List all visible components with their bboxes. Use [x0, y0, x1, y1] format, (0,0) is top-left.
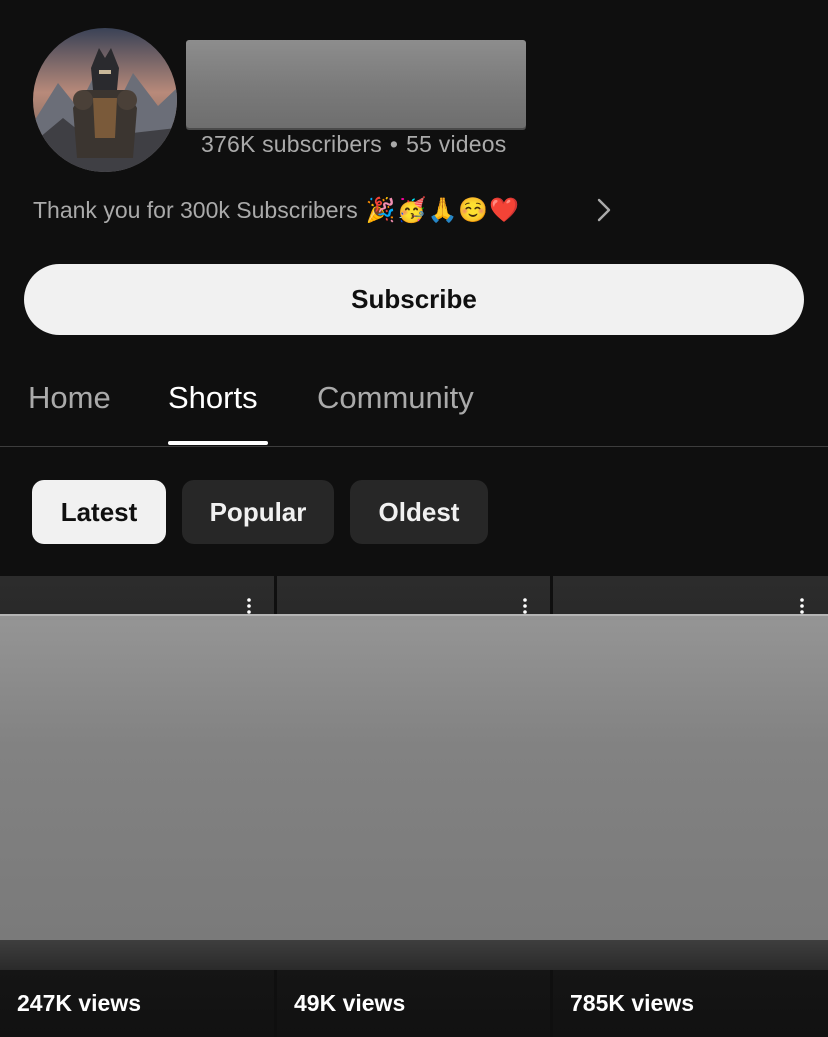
filter-chip-popular[interactable]: Popular [182, 480, 334, 544]
video-count: 55 videos [406, 131, 507, 157]
active-tab-indicator [168, 441, 268, 445]
subscriber-count: 376K subscribers [201, 131, 382, 157]
description-text: Thank you for 300k Subscribers [33, 196, 358, 223]
subscribe-button[interactable]: Subscribe [24, 264, 804, 335]
knight-avatar-image [33, 28, 177, 172]
more-options-icon[interactable] [522, 598, 528, 614]
channel-avatar[interactable] [33, 28, 177, 172]
more-options-icon[interactable] [246, 598, 252, 614]
redaction-shadow [0, 940, 828, 970]
more-options-icon[interactable] [799, 598, 805, 614]
short-view-count: 785K views [570, 990, 695, 1016]
channel-tabs: Home Shorts Community [0, 360, 828, 447]
tab-home[interactable]: Home [28, 380, 111, 416]
filter-chip-oldest[interactable]: Oldest [350, 480, 488, 544]
channel-description[interactable]: Thank you for 300k Subscribers 🎉🥳🙏☺️❤️ [33, 193, 520, 227]
description-emoji: 🎉🥳🙏☺️❤️ [365, 196, 521, 224]
thumbnails-redacted [0, 614, 828, 942]
stats-separator: • [389, 131, 399, 157]
chevron-right-icon[interactable] [592, 196, 616, 224]
short-view-count: 247K views [17, 990, 142, 1016]
channel-stats: 376K subscribers • 55 videos [201, 131, 506, 158]
tab-community[interactable]: Community [317, 380, 474, 416]
filter-chip-latest[interactable]: Latest [32, 480, 166, 544]
channel-name-redacted [186, 40, 526, 128]
short-view-count: 49K views [294, 990, 406, 1016]
tab-shorts[interactable]: Shorts [168, 380, 258, 416]
